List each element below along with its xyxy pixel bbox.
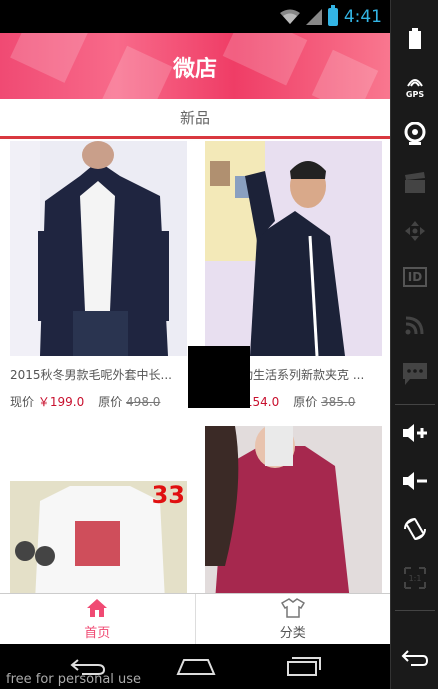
id-label: ID — [402, 267, 428, 287]
occluding-square — [188, 346, 250, 408]
current-price: ￥199.0 — [37, 395, 85, 409]
product-prices: 现价 ￥199.0 原价 498.0 — [10, 393, 187, 410]
battery-icon — [327, 5, 338, 26]
volume-up-icon[interactable] — [391, 420, 438, 446]
gps-label: GPS — [405, 89, 425, 99]
original-price: 498.0 — [126, 395, 161, 409]
nav-home-label: 首页 — [84, 625, 111, 641]
home-icon — [87, 598, 108, 617]
battery-control-icon[interactable] — [391, 25, 438, 53]
nav-category-label: 分类 — [279, 625, 306, 641]
system-navigation-bar: free for personal use — [0, 644, 390, 689]
title-bar: 微店 — [0, 33, 390, 99]
emulator-side-panel: GPS ID 1:1 — [390, 0, 438, 689]
original-price: 385.0 — [321, 395, 356, 409]
product-image[interactable] — [205, 141, 382, 356]
product-image[interactable]: 33 — [10, 481, 187, 593]
product-badge: 33 — [151, 481, 185, 509]
product-card[interactable]: 33 — [10, 481, 187, 593]
wifi-icon — [279, 9, 300, 24]
original-price-label: 原价 — [98, 395, 123, 409]
product-card[interactable]: 2015秋冬男款毛呢外套中长... 现价 ￥199.0 原价 498.0 — [10, 141, 187, 410]
tab-new-arrivals[interactable]: 新品 — [180, 107, 210, 128]
emulator-back-icon[interactable] — [391, 645, 438, 671]
app-window: 微店 新品 2015秋冬男款毛呢外套中长... 现价 ￥199.0 原价 498… — [0, 33, 390, 644]
category-tab-bar: 新品 — [0, 99, 390, 139]
svg-text:1:1: 1:1 — [409, 574, 422, 583]
original-price-label: 原价 — [293, 395, 318, 409]
gps-control-icon[interactable]: GPS — [391, 72, 438, 102]
home-button-icon[interactable] — [176, 656, 216, 676]
watermark-text: free for personal use — [6, 672, 142, 687]
volume-down-icon[interactable] — [391, 468, 438, 494]
status-bar: 4:41 — [0, 0, 390, 33]
rss-control-icon[interactable] — [391, 312, 438, 338]
page-title: 微店 — [172, 57, 217, 82]
clock: 4:41 — [343, 7, 382, 27]
id-control-icon[interactable]: ID — [391, 264, 438, 290]
signal-icon — [305, 9, 322, 25]
product-image[interactable] — [10, 141, 187, 356]
nav-category[interactable]: 分类 — [194, 594, 391, 644]
product-image[interactable] — [205, 426, 382, 593]
dpad-control-icon[interactable] — [391, 218, 438, 244]
bottom-navigation: 首页 分类 — [0, 593, 390, 644]
nav-home[interactable]: 首页 — [0, 594, 195, 644]
sms-control-icon[interactable] — [391, 360, 438, 388]
scale-icon[interactable]: 1:1 — [391, 564, 438, 592]
camera-control-icon[interactable] — [391, 120, 438, 148]
product-name[interactable]: 2015秋冬男款毛呢外套中长... — [10, 366, 187, 383]
recent-apps-icon[interactable] — [286, 656, 322, 676]
product-card[interactable] — [205, 426, 382, 593]
rotate-icon[interactable] — [391, 514, 438, 544]
device-screen: 4:41 微店 新品 2015秋冬男款毛呢外套中长... 现价 ￥199.0 原… — [0, 0, 438, 689]
video-control-icon[interactable] — [391, 170, 438, 196]
current-price-label: 现价 — [10, 395, 35, 409]
shirt-icon — [280, 597, 305, 618]
